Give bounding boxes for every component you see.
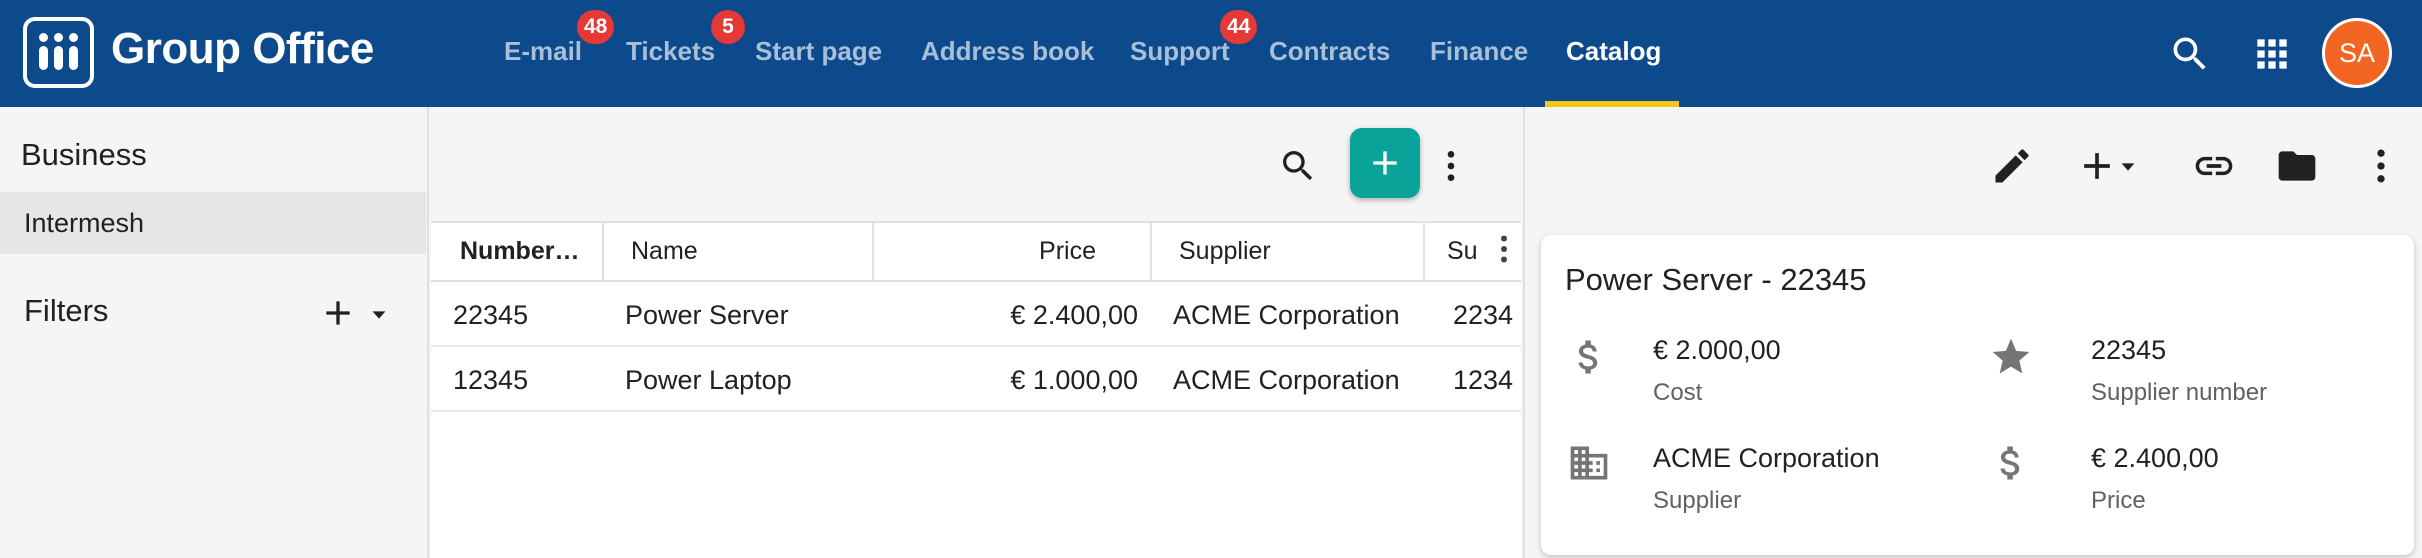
cell-name: Power Laptop xyxy=(625,365,792,395)
product-detail-card: Power Server - 22345 € 2.000,00 Cost 223… xyxy=(1541,235,2414,555)
column-menu-icon[interactable] xyxy=(1489,231,1519,267)
nav-item-tickets[interactable]: Tickets xyxy=(626,36,715,67)
sidebar-item-intermesh[interactable]: Intermesh xyxy=(0,192,426,254)
sidebar-item-label: Intermesh xyxy=(24,208,145,238)
app-title: Group Office xyxy=(111,24,374,73)
column-header-name[interactable]: Name xyxy=(631,223,861,280)
detail-panel: Power Server - 22345 € 2.000,00 Cost 223… xyxy=(1523,107,2422,558)
cell-supplier: ACME Corporation xyxy=(1173,365,1400,395)
supplier-value: ACME Corporation xyxy=(1653,443,1880,473)
cell-price: € 1.000,00 xyxy=(1010,365,1138,395)
cost-value: € 2.000,00 xyxy=(1653,335,1781,365)
cell-supplier-number: 1234 xyxy=(1453,365,1514,395)
column-header-number[interactable]: Number… xyxy=(460,223,590,280)
price-value: € 2.400,00 xyxy=(2091,443,2219,473)
nav-item-contracts[interactable]: Contracts xyxy=(1269,36,1390,67)
edit-icon[interactable] xyxy=(1990,144,2034,188)
support-badge: 44 xyxy=(1220,10,1258,44)
supplier-number-value: 22345 xyxy=(2091,335,2167,365)
tickets-badge: 5 xyxy=(711,10,745,44)
search-icon[interactable] xyxy=(2168,32,2212,76)
nav-item-email[interactable]: E-mail xyxy=(504,36,582,67)
table-row[interactable]: 12345 Power Laptop € 1.000,00 ACME Corpo… xyxy=(431,349,1521,412)
sidebar: Business Intermesh Filters xyxy=(0,107,429,558)
caret-down-icon[interactable] xyxy=(368,304,390,326)
apps-grid-icon[interactable] xyxy=(2250,32,2294,76)
supplier-label: Supplier xyxy=(1653,487,1742,514)
nav-item-finance[interactable]: Finance xyxy=(1430,36,1528,67)
add-icon xyxy=(1373,151,1397,175)
add-icon[interactable] xyxy=(2075,144,2119,188)
table-row[interactable]: 22345 Power Server € 2.400,00 ACME Corpo… xyxy=(431,284,1521,347)
list-toolbar xyxy=(431,107,1521,221)
supplier-number-label: Supplier number xyxy=(2091,379,2268,406)
nav-item-start-page[interactable]: Start page xyxy=(755,36,882,67)
grid-header: Number… Name Price Supplier Su xyxy=(431,221,1521,282)
column-resizer[interactable] xyxy=(1423,223,1425,280)
cell-number: 12345 xyxy=(453,365,529,395)
nav-item-address-book[interactable]: Address book xyxy=(921,36,1094,67)
cell-price: € 2.400,00 xyxy=(1010,300,1138,330)
top-bar: Group Office E-mail 48 Tickets 5 Start p… xyxy=(0,0,2422,107)
folder-icon[interactable] xyxy=(2275,144,2319,188)
star-icon xyxy=(1992,338,2030,374)
add-item-button[interactable] xyxy=(1350,128,1420,198)
price-label: Price xyxy=(2091,487,2146,514)
add-filter-icon[interactable] xyxy=(318,293,358,333)
building-icon xyxy=(1570,446,1608,480)
catalog-list-panel: Number… Name Price Supplier Su 22345 Pow… xyxy=(431,107,1521,558)
nav-item-catalog[interactable]: Catalog xyxy=(1566,36,1661,67)
caret-down-icon[interactable] xyxy=(2117,156,2139,178)
cell-supplier: ACME Corporation xyxy=(1173,300,1400,330)
detail-title: Power Server - 22345 xyxy=(1565,262,1867,297)
user-avatar[interactable]: SA xyxy=(2322,18,2392,88)
email-unread-badge: 48 xyxy=(577,10,615,44)
dollar-icon xyxy=(1578,340,1598,374)
column-header-supplier-number[interactable]: Su xyxy=(1447,223,1487,280)
filters-heading: Filters xyxy=(24,293,109,328)
column-header-supplier[interactable]: Supplier xyxy=(1179,223,1399,280)
column-header-price[interactable]: Price xyxy=(891,223,1096,280)
cost-label: Cost xyxy=(1653,379,1703,406)
apps-logo-icon[interactable] xyxy=(23,17,94,88)
dollar-icon xyxy=(2000,446,2020,480)
column-resizer[interactable] xyxy=(872,223,874,280)
column-resizer[interactable] xyxy=(602,223,604,280)
nav-item-support[interactable]: Support xyxy=(1130,36,1230,67)
cell-name: Power Server xyxy=(625,300,789,330)
sidebar-heading: Business xyxy=(21,137,147,172)
column-resizer[interactable] xyxy=(1150,223,1152,280)
cell-number: 22345 xyxy=(453,300,529,330)
search-icon[interactable] xyxy=(1278,146,1318,186)
cell-supplier-number: 2234 xyxy=(1453,300,1514,330)
link-icon[interactable] xyxy=(2192,144,2236,188)
more-vert-icon[interactable] xyxy=(2359,144,2403,188)
more-vert-icon[interactable] xyxy=(1431,146,1471,186)
